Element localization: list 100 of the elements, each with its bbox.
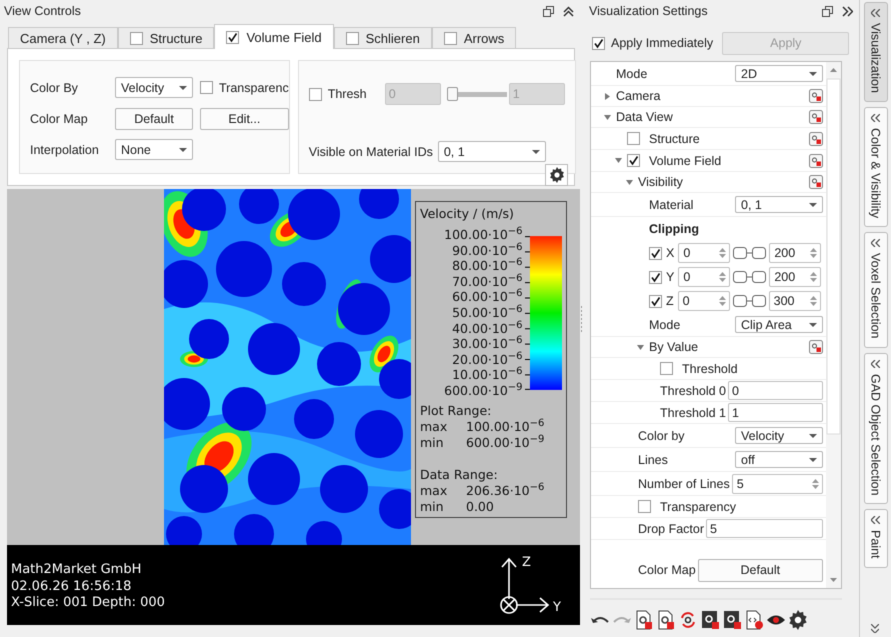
- side-tab[interactable]: GAD Object Selection: [864, 352, 888, 504]
- document-gear-icon[interactable]: [656, 610, 676, 630]
- spin-box[interactable]: 200: [769, 243, 822, 263]
- checkbox[interactable]: [130, 32, 143, 44]
- slider-thumb[interactable]: [752, 271, 766, 283]
- spin-box[interactable]: 200: [769, 267, 822, 287]
- input-field[interactable]: 1: [728, 403, 823, 422]
- checkbox[interactable]: [638, 500, 651, 513]
- scale-label: 80.00·10$^{−6}$: [452, 258, 523, 274]
- spin-arrows-icon[interactable]: [719, 271, 726, 283]
- document-code-icon[interactable]: [744, 610, 764, 630]
- reset-icon[interactable]: [809, 340, 823, 354]
- checkbox[interactable]: [592, 36, 605, 50]
- settings-icon[interactable]: [788, 610, 808, 630]
- dropdown[interactable]: 0, 1: [735, 196, 823, 213]
- input-field[interactable]: 0: [728, 381, 823, 400]
- reset-icon[interactable]: [809, 175, 823, 189]
- spin-arrows-icon[interactable]: [719, 247, 726, 259]
- collapse-icon[interactable]: [563, 6, 574, 16]
- side-tab[interactable]: Color & Visibility: [864, 106, 888, 228]
- side-tab[interactable]: Voxel Selection: [864, 232, 888, 348]
- range-slider[interactable]: [732, 295, 766, 307]
- expand-left-icon: [871, 9, 880, 17]
- tab[interactable]: Camera (Y , Z): [8, 27, 118, 48]
- checkbox-label: Transparency: [660, 500, 737, 514]
- input-field[interactable]: 5: [706, 519, 823, 538]
- spin-box[interactable]: 0: [678, 243, 730, 263]
- axis-label: Z: [666, 294, 674, 308]
- expand-arrow-icon[interactable]: [626, 180, 632, 184]
- spin-arrows-icon[interactable]: [718, 295, 726, 307]
- dropdown[interactable]: Velocity: [735, 427, 823, 444]
- caret-icon: [809, 322, 817, 326]
- tree-item[interactable]: By Value: [649, 340, 807, 354]
- checkbox[interactable]: [346, 32, 359, 44]
- spin-box[interactable]: 300: [768, 291, 821, 311]
- spin-box[interactable]: 0: [678, 291, 730, 311]
- document-gear-icon[interactable]: [722, 610, 742, 630]
- reset-icon[interactable]: [809, 110, 823, 124]
- spin-arrows-icon[interactable]: [810, 295, 817, 307]
- spin-arrows-icon[interactable]: [810, 271, 818, 283]
- tree-item[interactable]: Camera: [616, 89, 807, 103]
- tab[interactable]: Schlieren: [334, 27, 432, 48]
- field-label: Interpolation: [30, 142, 100, 156]
- expand-arrow-icon[interactable]: [604, 92, 610, 100]
- caret-icon: [179, 86, 187, 90]
- expand-arrow-icon[interactable]: [614, 158, 622, 163]
- range-value: 0.00: [466, 498, 494, 515]
- checkbox[interactable]: [627, 154, 640, 167]
- dropdown[interactable]: 0, 1: [438, 141, 546, 162]
- color-map-button[interactable]: Default: [115, 108, 193, 130]
- checkbox[interactable]: [226, 30, 240, 44]
- field-label: Color Map: [30, 112, 89, 126]
- field-label: Threshold 0: [660, 384, 726, 398]
- spin-box[interactable]: 0: [678, 267, 730, 287]
- dropdown[interactable]: Velocity: [115, 77, 193, 98]
- dropdown[interactable]: Clip Area: [735, 316, 823, 333]
- side-tab[interactable]: Paint: [864, 509, 888, 568]
- reset-icon[interactable]: [809, 89, 823, 103]
- spin-arrows-icon[interactable]: [810, 247, 818, 259]
- expand-arrow-icon[interactable]: [636, 344, 644, 350]
- tab[interactable]: Volume Field: [214, 24, 334, 49]
- spin-arrows-icon[interactable]: [812, 478, 819, 490]
- slider-thumb[interactable]: [752, 247, 766, 259]
- checkbox[interactable]: [200, 81, 213, 94]
- range-slider[interactable]: [733, 271, 766, 283]
- restore-icon[interactable]: [822, 6, 834, 16]
- reset-icon[interactable]: [809, 154, 823, 168]
- slider-thumb[interactable]: [752, 295, 766, 307]
- edit-button[interactable]: Edit...: [200, 108, 289, 130]
- scale-label: 60.00·10$^{−6}$: [452, 289, 523, 304]
- dropdown[interactable]: None: [115, 139, 193, 160]
- document-gear-icon[interactable]: [634, 610, 654, 630]
- side-tab[interactable]: Visualization: [864, 2, 888, 102]
- dropdown[interactable]: off: [735, 451, 823, 468]
- restore-icon[interactable]: [543, 6, 554, 16]
- collapse-right-icon[interactable]: [842, 6, 854, 16]
- expand-arrow-icon[interactable]: [604, 114, 610, 120]
- reset-icon[interactable]: [809, 132, 823, 146]
- checkbox[interactable]: [649, 294, 662, 308]
- dropdown[interactable]: 2D: [735, 65, 823, 82]
- checkbox[interactable]: [660, 362, 673, 375]
- panel-title: View Controls: [4, 4, 81, 18]
- checkbox-label: Threshold: [682, 362, 739, 376]
- tree-item[interactable]: Visibility: [638, 175, 807, 189]
- sync-icon[interactable]: [678, 610, 698, 630]
- spin-box[interactable]: 5: [732, 474, 823, 494]
- document-gear-icon[interactable]: [700, 610, 720, 630]
- checkbox[interactable]: [649, 270, 662, 284]
- tree-item[interactable]: Data View: [616, 110, 807, 124]
- splitter-grip-icon[interactable]: [580, 306, 583, 332]
- range-slider[interactable]: [733, 247, 766, 259]
- settings-button[interactable]: [545, 164, 568, 186]
- checkbox[interactable]: [444, 32, 457, 44]
- tab[interactable]: Arrows: [432, 27, 516, 48]
- color-map-button[interactable]: Default: [698, 558, 823, 582]
- caret-icon: [809, 72, 817, 76]
- checkbox[interactable]: [649, 246, 662, 260]
- tab[interactable]: Structure: [118, 27, 214, 48]
- scroll-down-icon[interactable]: [871, 624, 880, 633]
- checkbox[interactable]: [627, 132, 640, 145]
